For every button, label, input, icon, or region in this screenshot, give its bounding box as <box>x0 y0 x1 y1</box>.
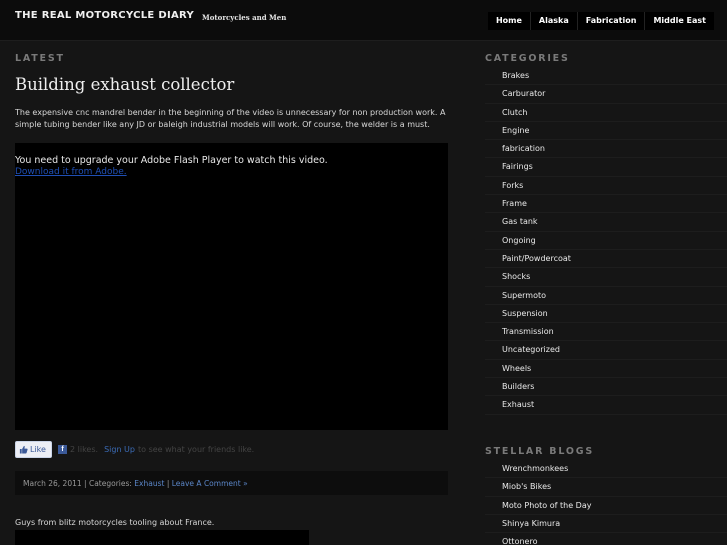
category-item[interactable]: Paint/Powdercoat <box>485 250 727 269</box>
site-tagline: Motorcycles and Men <box>202 13 287 22</box>
meta-separator: | <box>164 478 172 488</box>
categories-prefix: Categories: <box>88 478 135 488</box>
like-info: f 2 likes. Sign Up to see what your frie… <box>58 445 254 454</box>
site-header: THE REAL MOTORCYCLE DIARY Motorcycles an… <box>0 0 727 41</box>
category-item[interactable]: Suspension <box>485 305 727 324</box>
meta-separator: | <box>81 478 89 488</box>
video-player-2[interactable] <box>15 530 309 545</box>
category-item[interactable]: Carburator <box>485 85 727 104</box>
post-excerpt: The expensive cnc mandrel bender in the … <box>15 108 446 129</box>
facebook-like-row: Like f 2 likes. Sign Up to see what your… <box>15 441 254 458</box>
category-item[interactable]: Brakes <box>485 67 727 86</box>
categories-list: Brakes Carburator Clutch Engine fabricat… <box>485 67 727 415</box>
nav-item-fabrication[interactable]: Fabrication <box>576 12 645 30</box>
blog-link[interactable]: Shinya Kimura <box>485 515 727 534</box>
category-item[interactable]: Transmission <box>485 323 727 342</box>
like-suffix-text: to see what your friends like. <box>138 445 255 454</box>
thumbs-up-icon <box>19 445 28 454</box>
post2-excerpt: Guys from blitz motorcycles tooling abou… <box>15 518 215 527</box>
nav-item-middle-east[interactable]: Middle East <box>644 12 714 30</box>
facebook-icon: f <box>58 445 67 454</box>
nav-item-home[interactable]: Home <box>488 12 530 30</box>
category-item[interactable]: Supermoto <box>485 287 727 305</box>
nav-item-alaska[interactable]: Alaska <box>529 12 577 30</box>
post-title[interactable]: Building exhaust collector <box>15 75 234 94</box>
category-item[interactable]: Wheels <box>485 360 727 379</box>
categories-heading: CATEGORIES <box>485 53 570 64</box>
category-item[interactable]: Gas tank <box>485 213 727 232</box>
category-item[interactable]: Ongoing <box>485 232 727 250</box>
blog-link[interactable]: Ottonero <box>485 533 727 545</box>
category-item[interactable]: Clutch <box>485 104 727 122</box>
flash-download-link[interactable]: Download it from Adobe. <box>15 167 127 177</box>
blog-link[interactable]: Wrenchmonkees <box>485 460 727 479</box>
stellar-blogs-heading: STELLAR BLOGS <box>485 446 594 457</box>
category-item[interactable]: Fairings <box>485 158 727 177</box>
like-button-label: Like <box>30 445 46 454</box>
signup-link[interactable]: Sign Up <box>104 445 135 454</box>
category-item[interactable]: Engine <box>485 122 727 141</box>
category-item[interactable]: Forks <box>485 177 727 196</box>
like-count: 2 likes. <box>70 445 99 454</box>
category-item[interactable]: Shocks <box>485 268 727 287</box>
blog-link[interactable]: Moto Photo of the Day <box>485 497 727 515</box>
like-button[interactable]: Like <box>15 441 52 458</box>
stellar-blogs-list: Wrenchmonkees Miob's Bikes Moto Photo of… <box>485 460 727 545</box>
category-item[interactable]: Exhaust <box>485 396 727 415</box>
post-meta-bar: March 26, 2011 | Categories: Exhaust | L… <box>15 471 448 495</box>
flash-upgrade-message: You need to upgrade your Adobe Flash Pla… <box>15 155 328 166</box>
category-link-exhaust[interactable]: Exhaust <box>134 479 164 488</box>
leave-comment-link[interactable]: Leave A Comment » <box>172 479 248 488</box>
category-item[interactable]: Frame <box>485 195 727 214</box>
post-date: March 26, 2011 <box>23 478 82 488</box>
category-item[interactable]: Builders <box>485 378 727 397</box>
site-title[interactable]: THE REAL MOTORCYCLE DIARY <box>15 10 194 21</box>
category-item[interactable]: fabrication <box>485 140 727 159</box>
main-nav: Home Alaska Fabrication Middle East <box>487 12 714 30</box>
blog-link[interactable]: Miob's Bikes <box>485 478 727 497</box>
category-item[interactable]: Uncategorized <box>485 341 727 360</box>
latest-label: LATEST <box>15 53 65 64</box>
video-player[interactable]: You need to upgrade your Adobe Flash Pla… <box>15 143 448 430</box>
